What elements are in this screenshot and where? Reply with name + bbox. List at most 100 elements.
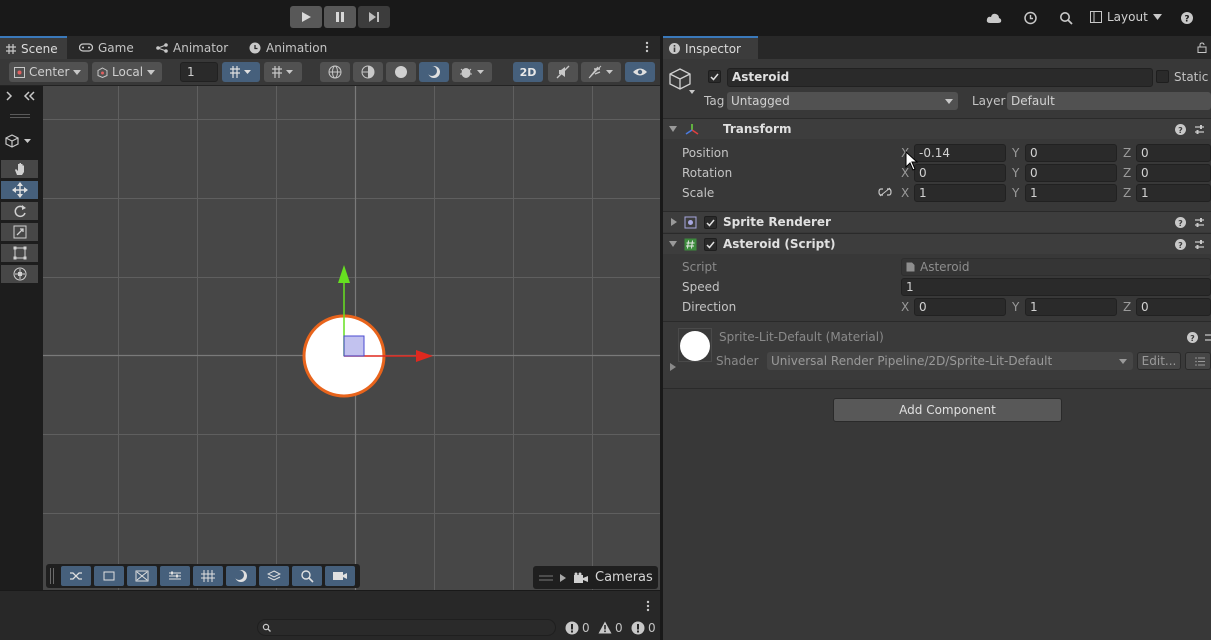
rotation-y-label[interactable]: Y — [1012, 166, 1019, 180]
rotation-z-field[interactable]: 0 — [1136, 164, 1211, 182]
pause-button[interactable] — [324, 6, 356, 28]
script-enabled-checkbox[interactable] — [704, 238, 717, 251]
error-count-toggle[interactable]: 0 — [631, 619, 656, 636]
history-button[interactable] — [1020, 8, 1040, 28]
direction-y-field[interactable]: 1 — [1025, 298, 1117, 316]
position-y-field[interactable]: 0 — [1025, 144, 1117, 162]
overlay-drag-handle[interactable] — [50, 568, 54, 584]
position-y-label[interactable]: Y — [1012, 146, 1019, 160]
pivot-dropdown[interactable]: Center — [9, 62, 88, 82]
tab-inspector[interactable]: Inspector — [663, 36, 758, 59]
visibility-toggle[interactable] — [625, 62, 655, 82]
grid-visibility-toggle[interactable] — [264, 62, 302, 82]
asteroid-sprite[interactable] — [290, 255, 450, 415]
expand-toggle[interactable] — [5, 90, 35, 102]
log-count-toggle[interactable]: 0 — [565, 619, 590, 636]
effects-dropdown[interactable] — [581, 62, 621, 82]
preset-sliders-icon[interactable] — [1194, 217, 1205, 228]
scale-x-label[interactable]: X — [901, 186, 909, 200]
sprite-renderer-header[interactable]: Sprite Renderer ? — [663, 211, 1211, 232]
tools-drag-handle[interactable] — [10, 114, 30, 118]
rotation-x-field[interactable]: 0 — [914, 164, 1006, 182]
tool-context-dropdown[interactable] — [5, 134, 33, 148]
preset-sliders-icon[interactable] — [1194, 239, 1205, 250]
overlay-layers-button[interactable] — [259, 566, 289, 586]
tag-dropdown[interactable]: Untagged — [727, 92, 958, 110]
warning-count-toggle[interactable]: 0 — [598, 619, 623, 636]
preset-sliders-icon[interactable] — [1204, 332, 1211, 343]
shaded-wireframe-button[interactable] — [353, 62, 383, 82]
scale-y-field[interactable]: 1 — [1025, 184, 1117, 202]
direction-z-label[interactable]: Z — [1123, 300, 1131, 314]
help-icon[interactable]: ? — [1175, 217, 1186, 228]
layout-dropdown[interactable]: Layout — [1090, 7, 1162, 27]
shader-dropdown[interactable]: Universal Render Pipeline/2D/Sprite-Lit-… — [767, 352, 1133, 370]
lighting-button[interactable] — [419, 62, 449, 82]
scale-x-field[interactable]: 1 — [914, 184, 1006, 202]
rotate-tool[interactable] — [1, 202, 38, 221]
mode-2d-toggle[interactable]: 2D — [513, 62, 543, 82]
direction-y-label[interactable]: Y — [1012, 300, 1019, 314]
overlay-tile-palette-button[interactable] — [61, 566, 91, 586]
preset-sliders-icon[interactable] — [1194, 124, 1205, 135]
scale-z-label[interactable]: Z — [1123, 186, 1131, 200]
tab-scene[interactable]: Scene — [0, 36, 67, 59]
transform-header[interactable]: Transform ? — [663, 118, 1211, 139]
overlay-grid-button[interactable] — [193, 566, 223, 586]
add-component-button[interactable]: Add Component — [833, 398, 1062, 422]
position-z-label[interactable]: Z — [1123, 146, 1131, 160]
position-z-field[interactable]: 0 — [1136, 144, 1211, 162]
overlay-tilemap-button[interactable] — [160, 566, 190, 586]
help-button[interactable]: ? — [1177, 8, 1197, 28]
grid-snap-toggle[interactable] — [222, 62, 260, 82]
scale-y-label[interactable]: Y — [1012, 186, 1019, 200]
direction-x-label[interactable]: X — [901, 300, 909, 314]
edit-shader-button[interactable]: Edit... — [1137, 352, 1181, 370]
help-icon[interactable]: ? — [1175, 239, 1186, 250]
shaded-button[interactable] — [386, 62, 416, 82]
cloud-button[interactable] — [984, 8, 1004, 28]
script-component-header[interactable]: Asteroid (Script) ? — [663, 233, 1211, 254]
scene-options-menu[interactable] — [645, 41, 649, 53]
move-tool[interactable] — [1, 181, 38, 200]
overlay-light-button[interactable] — [226, 566, 256, 586]
gameobject-icon[interactable] — [668, 67, 698, 97]
draw-mode-button[interactable] — [320, 62, 350, 82]
constrain-proportions-icon[interactable] — [878, 187, 892, 197]
search-button[interactable] — [1056, 8, 1076, 28]
space-dropdown[interactable]: Local — [92, 62, 162, 82]
shader-menu-button[interactable] — [1185, 352, 1211, 370]
direction-x-field[interactable]: 0 — [914, 298, 1006, 316]
scale-tool[interactable] — [1, 223, 38, 242]
object-active-checkbox[interactable] — [708, 70, 721, 83]
gizmo-x-arrow[interactable] — [416, 350, 433, 362]
tab-animator[interactable]: Animator — [150, 36, 234, 59]
help-icon[interactable]: ? — [1187, 332, 1198, 343]
direction-z-field[interactable]: 0 — [1136, 298, 1211, 316]
gizmo-xy-plane-handle[interactable] — [343, 335, 365, 357]
console-search-input[interactable] — [257, 619, 556, 636]
help-icon[interactable]: ? — [1175, 124, 1186, 135]
material-preview[interactable] — [678, 328, 712, 362]
gizmo-y-arrow[interactable] — [338, 265, 350, 283]
step-button[interactable] — [358, 6, 390, 28]
hand-tool[interactable] — [1, 160, 38, 179]
position-x-field[interactable]: -0.14 — [914, 144, 1006, 162]
tab-game[interactable]: Game — [73, 36, 140, 59]
rotation-z-label[interactable]: Z — [1123, 166, 1131, 180]
object-name-input[interactable]: Asteroid — [727, 68, 1153, 87]
overlay-sprite-button[interactable] — [127, 566, 157, 586]
static-checkbox[interactable] — [1156, 70, 1169, 83]
console-options-menu[interactable] — [646, 600, 650, 612]
overlay-rect-button[interactable] — [94, 566, 124, 586]
play-button[interactable] — [290, 6, 322, 28]
overlay-search-button[interactable] — [292, 566, 322, 586]
transform-tool[interactable] — [1, 265, 38, 284]
rotation-y-field[interactable]: 0 — [1025, 164, 1117, 182]
cameras-overlay[interactable]: Cameras — [533, 566, 658, 589]
speed-field[interactable]: 1 — [901, 278, 1211, 296]
audio-toggle[interactable] — [548, 62, 578, 82]
scale-z-field[interactable]: 1 — [1136, 184, 1211, 202]
overlay-camera-button[interactable] — [325, 566, 355, 586]
rect-tool[interactable] — [1, 244, 38, 263]
